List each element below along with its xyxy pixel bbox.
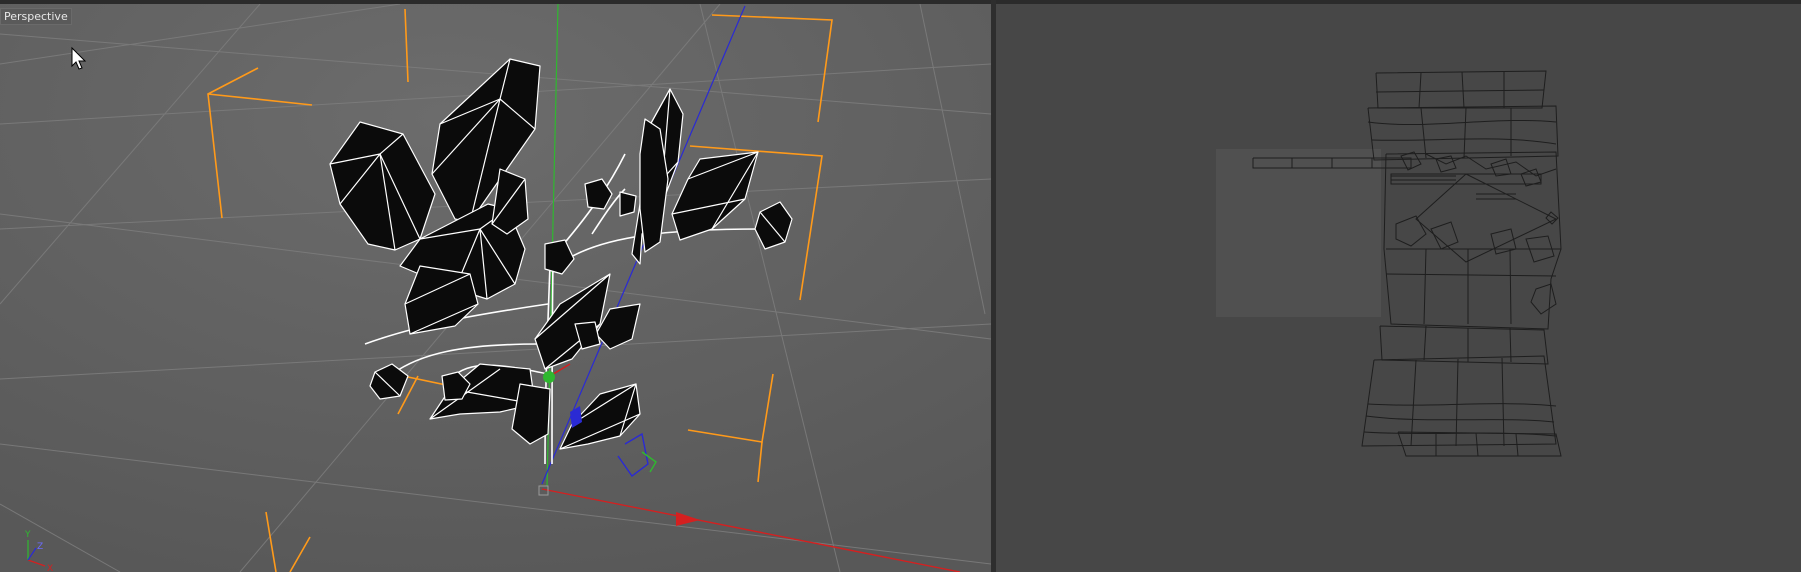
perspective-viewport[interactable]: Y Z X Perspective [0,4,991,572]
viewport-canvas: Y Z X [0,4,991,572]
uv-texture-tile [1216,149,1381,317]
axis-z-label: Z [37,542,43,552]
axis-y-label: Y [24,530,31,540]
uv-editor-panel[interactable] [996,4,1801,572]
uv-map-canvas [996,4,1801,572]
axis-x-label: X [47,564,53,572]
viewport-title[interactable]: Perspective [0,8,72,25]
